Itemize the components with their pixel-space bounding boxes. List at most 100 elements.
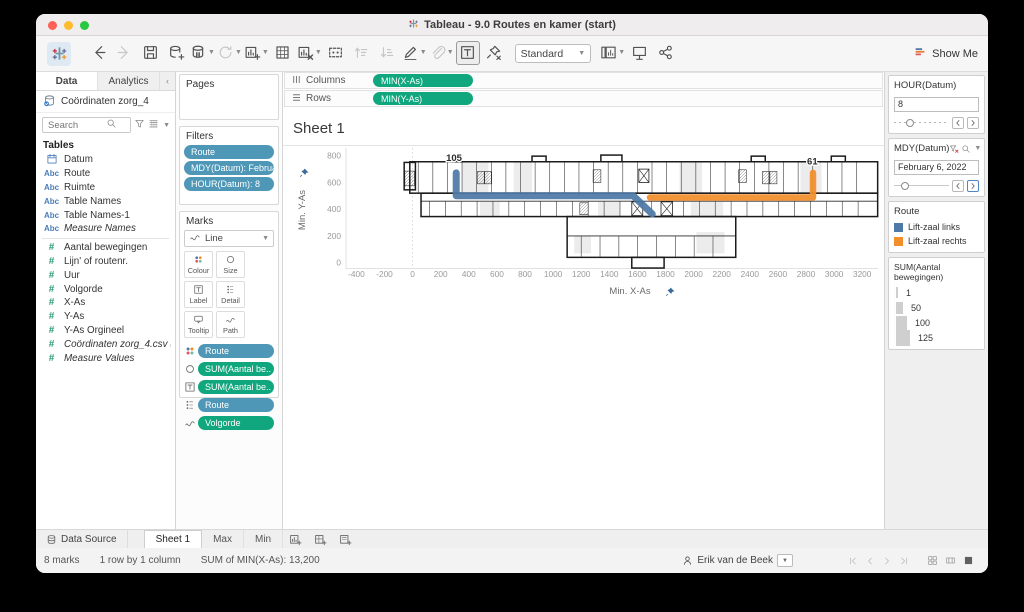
first-sheet-button[interactable] bbox=[848, 556, 858, 566]
view-options-button[interactable] bbox=[148, 118, 159, 132]
mark-pill[interactable]: Volgorde bbox=[198, 416, 274, 430]
label-mark-button[interactable]: Label bbox=[184, 281, 213, 308]
hour-prev-button[interactable] bbox=[952, 117, 964, 129]
zoom-window-button[interactable] bbox=[80, 21, 89, 30]
user-menu[interactable]: Erik van de Beek ▼ bbox=[682, 554, 793, 567]
field-item[interactable]: #Uur bbox=[36, 268, 175, 282]
legend-item[interactable]: Lift-zaal rechts bbox=[894, 234, 979, 248]
floorplan-chart[interactable]: -400-20002004006008001000120014001600180… bbox=[283, 146, 884, 312]
detail-mark-button[interactable]: Detail bbox=[216, 281, 245, 308]
previous-sheet-button[interactable] bbox=[865, 556, 875, 566]
datasource-item[interactable]: Coördinaten zorg_4 bbox=[36, 91, 175, 113]
fit-selector-button[interactable]: ▼ bbox=[600, 41, 625, 65]
format-button[interactable]: ▼ bbox=[429, 41, 454, 65]
tab-data[interactable]: Data bbox=[36, 72, 98, 90]
field-item[interactable]: #Coördinaten zorg_4.csv (... bbox=[36, 337, 175, 351]
run-updates-button[interactable]: ▼ bbox=[217, 41, 242, 65]
new-worksheet-button[interactable]: ▼ bbox=[244, 41, 269, 65]
share-button[interactable] bbox=[653, 41, 677, 65]
chart-area[interactable]: -400-20002004006008001000120014001600180… bbox=[283, 146, 884, 312]
user-dropdown-button[interactable]: ▼ bbox=[777, 554, 793, 567]
rows-pill[interactable]: MIN(Y-As) bbox=[373, 92, 473, 105]
new-dashboard-tab-button[interactable] bbox=[308, 530, 333, 548]
sort-descending-button[interactable] bbox=[376, 41, 400, 65]
pin-icon[interactable] bbox=[300, 169, 308, 177]
show-me-button[interactable]: Show Me bbox=[913, 45, 978, 62]
minimize-window-button[interactable] bbox=[64, 21, 73, 30]
show-filmstrip-button[interactable] bbox=[945, 555, 956, 566]
sort-ascending-button[interactable] bbox=[350, 41, 374, 65]
show-tabs-button[interactable] bbox=[927, 555, 938, 566]
mark-type-select[interactable]: Line ▼ bbox=[184, 230, 274, 247]
field-item[interactable]: AbcTable Names bbox=[36, 194, 175, 208]
sheet-tab-max[interactable]: Max bbox=[202, 530, 244, 548]
close-window-button[interactable] bbox=[48, 21, 57, 30]
clear-filter-icon[interactable] bbox=[949, 144, 959, 154]
columns-shelf[interactable]: Columns MIN(X-As) bbox=[284, 72, 883, 89]
save-button[interactable] bbox=[138, 41, 162, 65]
field-item[interactable]: Datum bbox=[36, 153, 175, 167]
size-mark-button[interactable]: Size bbox=[216, 251, 245, 278]
presentation-mode-button[interactable] bbox=[627, 41, 651, 65]
columns-pill[interactable]: MIN(X-As) bbox=[373, 74, 473, 87]
date-value-input[interactable] bbox=[894, 160, 979, 175]
new-story-tab-button[interactable] bbox=[333, 530, 358, 548]
field-item[interactable]: #Y-As Orgineel bbox=[36, 324, 175, 338]
last-sheet-button[interactable] bbox=[899, 556, 909, 566]
chevron-down-icon[interactable]: ▼ bbox=[974, 145, 981, 152]
fix-axes-button[interactable] bbox=[482, 41, 506, 65]
field-item[interactable]: AbcMeasure Names bbox=[36, 222, 175, 236]
date-slider-handle[interactable] bbox=[901, 182, 909, 190]
field-item[interactable]: #Lijn' of routenr. bbox=[36, 255, 175, 269]
legend-item[interactable]: Lift-zaal links bbox=[894, 220, 979, 234]
size-legend-item[interactable]: 100 bbox=[894, 315, 979, 330]
field-item[interactable]: #X-As bbox=[36, 296, 175, 310]
undo-button[interactable] bbox=[86, 41, 110, 65]
size-legend-item[interactable]: 125 bbox=[894, 330, 979, 345]
next-sheet-button[interactable] bbox=[882, 556, 892, 566]
mark-pill[interactable]: SUM(Aantal be.. bbox=[198, 362, 274, 376]
mark-pill[interactable]: Route bbox=[198, 344, 274, 358]
size-legend-item[interactable]: 1 bbox=[894, 285, 979, 300]
add-datasource-button[interactable] bbox=[164, 41, 188, 65]
collapse-pane-button[interactable]: ‹ bbox=[160, 72, 175, 90]
field-item[interactable]: #Y-As bbox=[36, 310, 175, 324]
pause-updates-button[interactable]: ▼ bbox=[190, 41, 215, 65]
rows-shelf[interactable]: Rows MIN(Y-As) bbox=[284, 90, 883, 107]
chevron-down-icon[interactable]: ▼ bbox=[163, 122, 170, 129]
tab-analytics[interactable]: Analytics bbox=[98, 72, 160, 90]
filter-pill[interactable]: HOUR(Datum): 8 bbox=[184, 177, 274, 191]
mark-pill[interactable]: Route bbox=[198, 398, 274, 412]
show-mark-labels-button[interactable] bbox=[456, 41, 480, 65]
sheet-tab-min[interactable]: Min bbox=[244, 530, 283, 548]
data-source-tab[interactable]: Data Source bbox=[36, 530, 128, 548]
sheet-tab-sheet-1[interactable]: Sheet 1 bbox=[144, 530, 202, 548]
filter-fields-button[interactable] bbox=[134, 118, 145, 132]
fit-mode-select[interactable]: Standard ▼ bbox=[515, 44, 592, 63]
duplicate-sheet-button[interactable] bbox=[271, 41, 295, 65]
redo-button[interactable] bbox=[112, 41, 136, 65]
hour-value-input[interactable] bbox=[894, 97, 979, 112]
tooltip-mark-button[interactable]: Tooltip bbox=[184, 311, 213, 338]
search-field[interactable] bbox=[48, 120, 106, 131]
filter-pill[interactable]: Route bbox=[184, 145, 274, 159]
field-item[interactable]: AbcRuimte bbox=[36, 181, 175, 195]
group-members-button[interactable] bbox=[324, 41, 348, 65]
date-next-button[interactable] bbox=[967, 180, 979, 192]
pin-icon[interactable] bbox=[666, 288, 674, 296]
size-legend-item[interactable]: 50 bbox=[894, 300, 979, 315]
field-item[interactable]: #Volgorde bbox=[36, 282, 175, 296]
clear-sheet-button[interactable]: ▼ bbox=[297, 41, 322, 65]
new-worksheet-tab-button[interactable] bbox=[283, 530, 308, 548]
hour-slider[interactable] bbox=[894, 116, 949, 129]
hour-slider-handle[interactable] bbox=[906, 119, 914, 127]
tableau-logo-button[interactable] bbox=[47, 42, 71, 66]
show-sheet-button[interactable] bbox=[963, 555, 974, 566]
hour-next-button[interactable] bbox=[967, 117, 979, 129]
path-mark-button[interactable]: Path bbox=[216, 311, 245, 338]
mark-pill[interactable]: SUM(Aantal be.. bbox=[198, 380, 274, 394]
field-item[interactable]: #Aantal bewegingen bbox=[36, 241, 175, 255]
colour-mark-button[interactable]: Colour bbox=[184, 251, 213, 278]
highlight-button[interactable]: ▼ bbox=[402, 41, 427, 65]
search-icon[interactable] bbox=[961, 144, 971, 154]
